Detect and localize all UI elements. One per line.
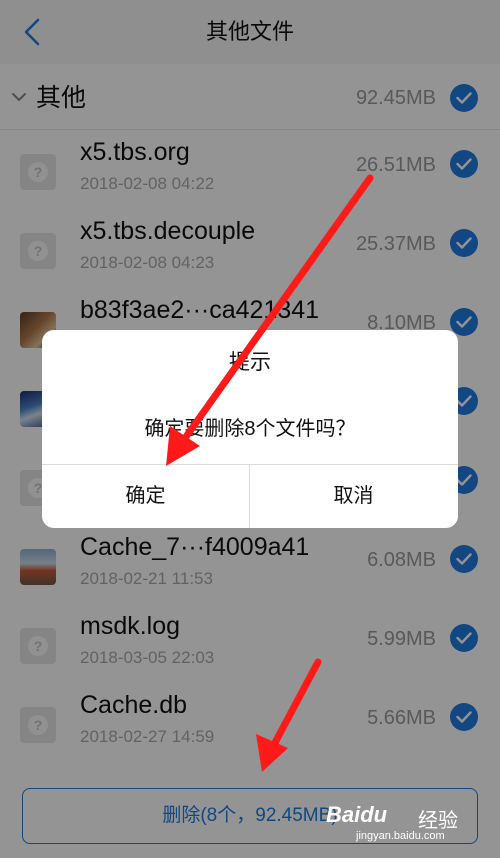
watermark-text: 经验 bbox=[418, 810, 458, 832]
confirm-dialog: 提示 确定要删除8个文件吗？ 确定 取消 bbox=[42, 330, 458, 528]
watermark-logo: Baidu bbox=[326, 802, 388, 827]
watermark-url: jingyan.baidu.com bbox=[356, 830, 445, 842]
baidu-watermark: Baidu 经验 jingyan.baidu.com bbox=[326, 802, 476, 850]
dialog-message: 确定要删除8个文件吗？ bbox=[144, 418, 356, 440]
confirm-button[interactable]: 确定 bbox=[42, 465, 249, 528]
cancel-button[interactable]: 取消 bbox=[250, 465, 457, 528]
dialog-title: 提示 bbox=[229, 351, 271, 374]
